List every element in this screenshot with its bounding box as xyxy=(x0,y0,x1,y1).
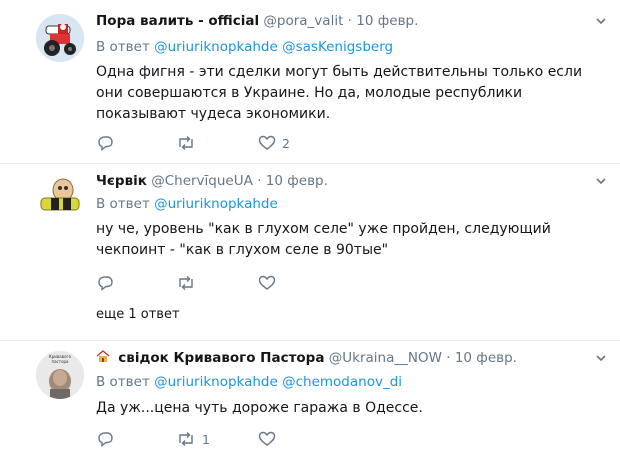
tweet-text: Да уж...цена чуть дороже гаража в Одессе… xyxy=(96,400,423,416)
mention-link[interactable]: @chemodanov_di xyxy=(282,374,402,390)
reply-icon xyxy=(98,136,113,151)
tractor-avatar-icon[interactable] xyxy=(36,14,84,62)
tweet-date[interactable]: 10 февр. xyxy=(356,13,418,29)
heart-icon xyxy=(258,275,276,290)
retweet-icon xyxy=(179,136,193,150)
like-button[interactable]: 2 xyxy=(258,133,290,153)
reply-prefix: В ответ xyxy=(96,39,150,55)
reply-context: В ответ @uriuriknopkahde xyxy=(96,195,278,213)
tweet-header: свідок Кривавого Пастора @Ukraina__NOW ·… xyxy=(96,349,517,367)
tweet-header: Чєрвік @ChervīqueUA · 10 февр. xyxy=(96,172,328,190)
like-button[interactable] xyxy=(258,273,282,293)
retweet-button[interactable] xyxy=(176,273,202,293)
separator: · xyxy=(347,13,352,29)
mention-link[interactable]: @uriuriknopkahde xyxy=(154,196,278,212)
chevron-down-icon[interactable] xyxy=(594,14,608,28)
retweet-icon xyxy=(179,432,193,446)
tweet[interactable]: Кривавого пастора свідок Кривавого Пасто… xyxy=(0,341,620,447)
retweet-count: 1 xyxy=(202,431,210,447)
display-name[interactable]: Чєрвік xyxy=(96,173,147,189)
retweet-icon xyxy=(179,276,193,290)
reply-icon xyxy=(98,432,113,447)
reply-prefix: В ответ xyxy=(96,374,150,390)
user-handle[interactable]: @pora_valit xyxy=(263,13,343,29)
tweet-header: Пора валить - official @pora_valit · 10 … xyxy=(96,12,418,30)
tweet-text: Одна фигня - эти сделки могут быть дейст… xyxy=(96,64,583,122)
mention-link[interactable]: @uriuriknopkahde xyxy=(154,39,278,55)
tweet-date[interactable]: 10 февр. xyxy=(266,173,328,189)
show-more-replies-link[interactable]: еще 1 ответ xyxy=(96,307,180,322)
user-handle[interactable]: @Ukraina__NOW xyxy=(329,350,442,366)
reply-button[interactable] xyxy=(96,133,120,153)
mention-link[interactable]: @uriuriknopkahde xyxy=(154,374,278,390)
retweet-button[interactable]: 1 xyxy=(176,429,210,449)
tweet[interactable]: Чєрвік @ChervīqueUA · 10 февр. В ответ @… xyxy=(0,164,620,340)
reply-context: В ответ @uriuriknopkahde @sasKenigsberg xyxy=(96,38,393,56)
mention-link[interactable]: @sasKenigsberg xyxy=(282,39,393,55)
tweet-date[interactable]: 10 февр. xyxy=(455,350,517,366)
retweet-button[interactable] xyxy=(176,133,202,153)
heart-icon xyxy=(258,135,276,150)
like-count: 2 xyxy=(282,135,290,151)
reply-prefix: В ответ xyxy=(96,196,150,212)
like-button[interactable] xyxy=(258,429,282,449)
user-handle[interactable]: @ChervīqueUA xyxy=(151,173,253,189)
tweet[interactable]: Пора валить - official @pora_valit · 10 … xyxy=(0,0,620,162)
house-emoji-icon xyxy=(96,350,110,362)
reply-button[interactable] xyxy=(96,273,120,293)
separator: · xyxy=(446,350,451,366)
tweet-text: ну че, уровень "как в глухом селе" уже п… xyxy=(96,221,551,258)
heart-icon xyxy=(258,431,276,446)
separator: · xyxy=(257,173,262,189)
reply-thread: Пора валить - official @pora_valit · 10 … xyxy=(0,0,620,447)
reply-icon xyxy=(98,276,113,291)
reply-context: В ответ @uriuriknopkahde @chemodanov_di xyxy=(96,373,402,391)
reply-button[interactable] xyxy=(96,429,120,449)
display-name[interactable]: свідок Кривавого Пастора xyxy=(118,350,324,366)
chevron-down-icon[interactable] xyxy=(594,174,608,188)
display-name[interactable]: Пора валить - official xyxy=(96,13,259,29)
photo-avatar-icon[interactable]: Кривавого пастора xyxy=(36,351,84,399)
worm-avatar-icon[interactable] xyxy=(36,174,84,222)
chevron-down-icon[interactable] xyxy=(594,351,608,365)
avatar-caption: Кривавого пастора xyxy=(48,354,72,364)
